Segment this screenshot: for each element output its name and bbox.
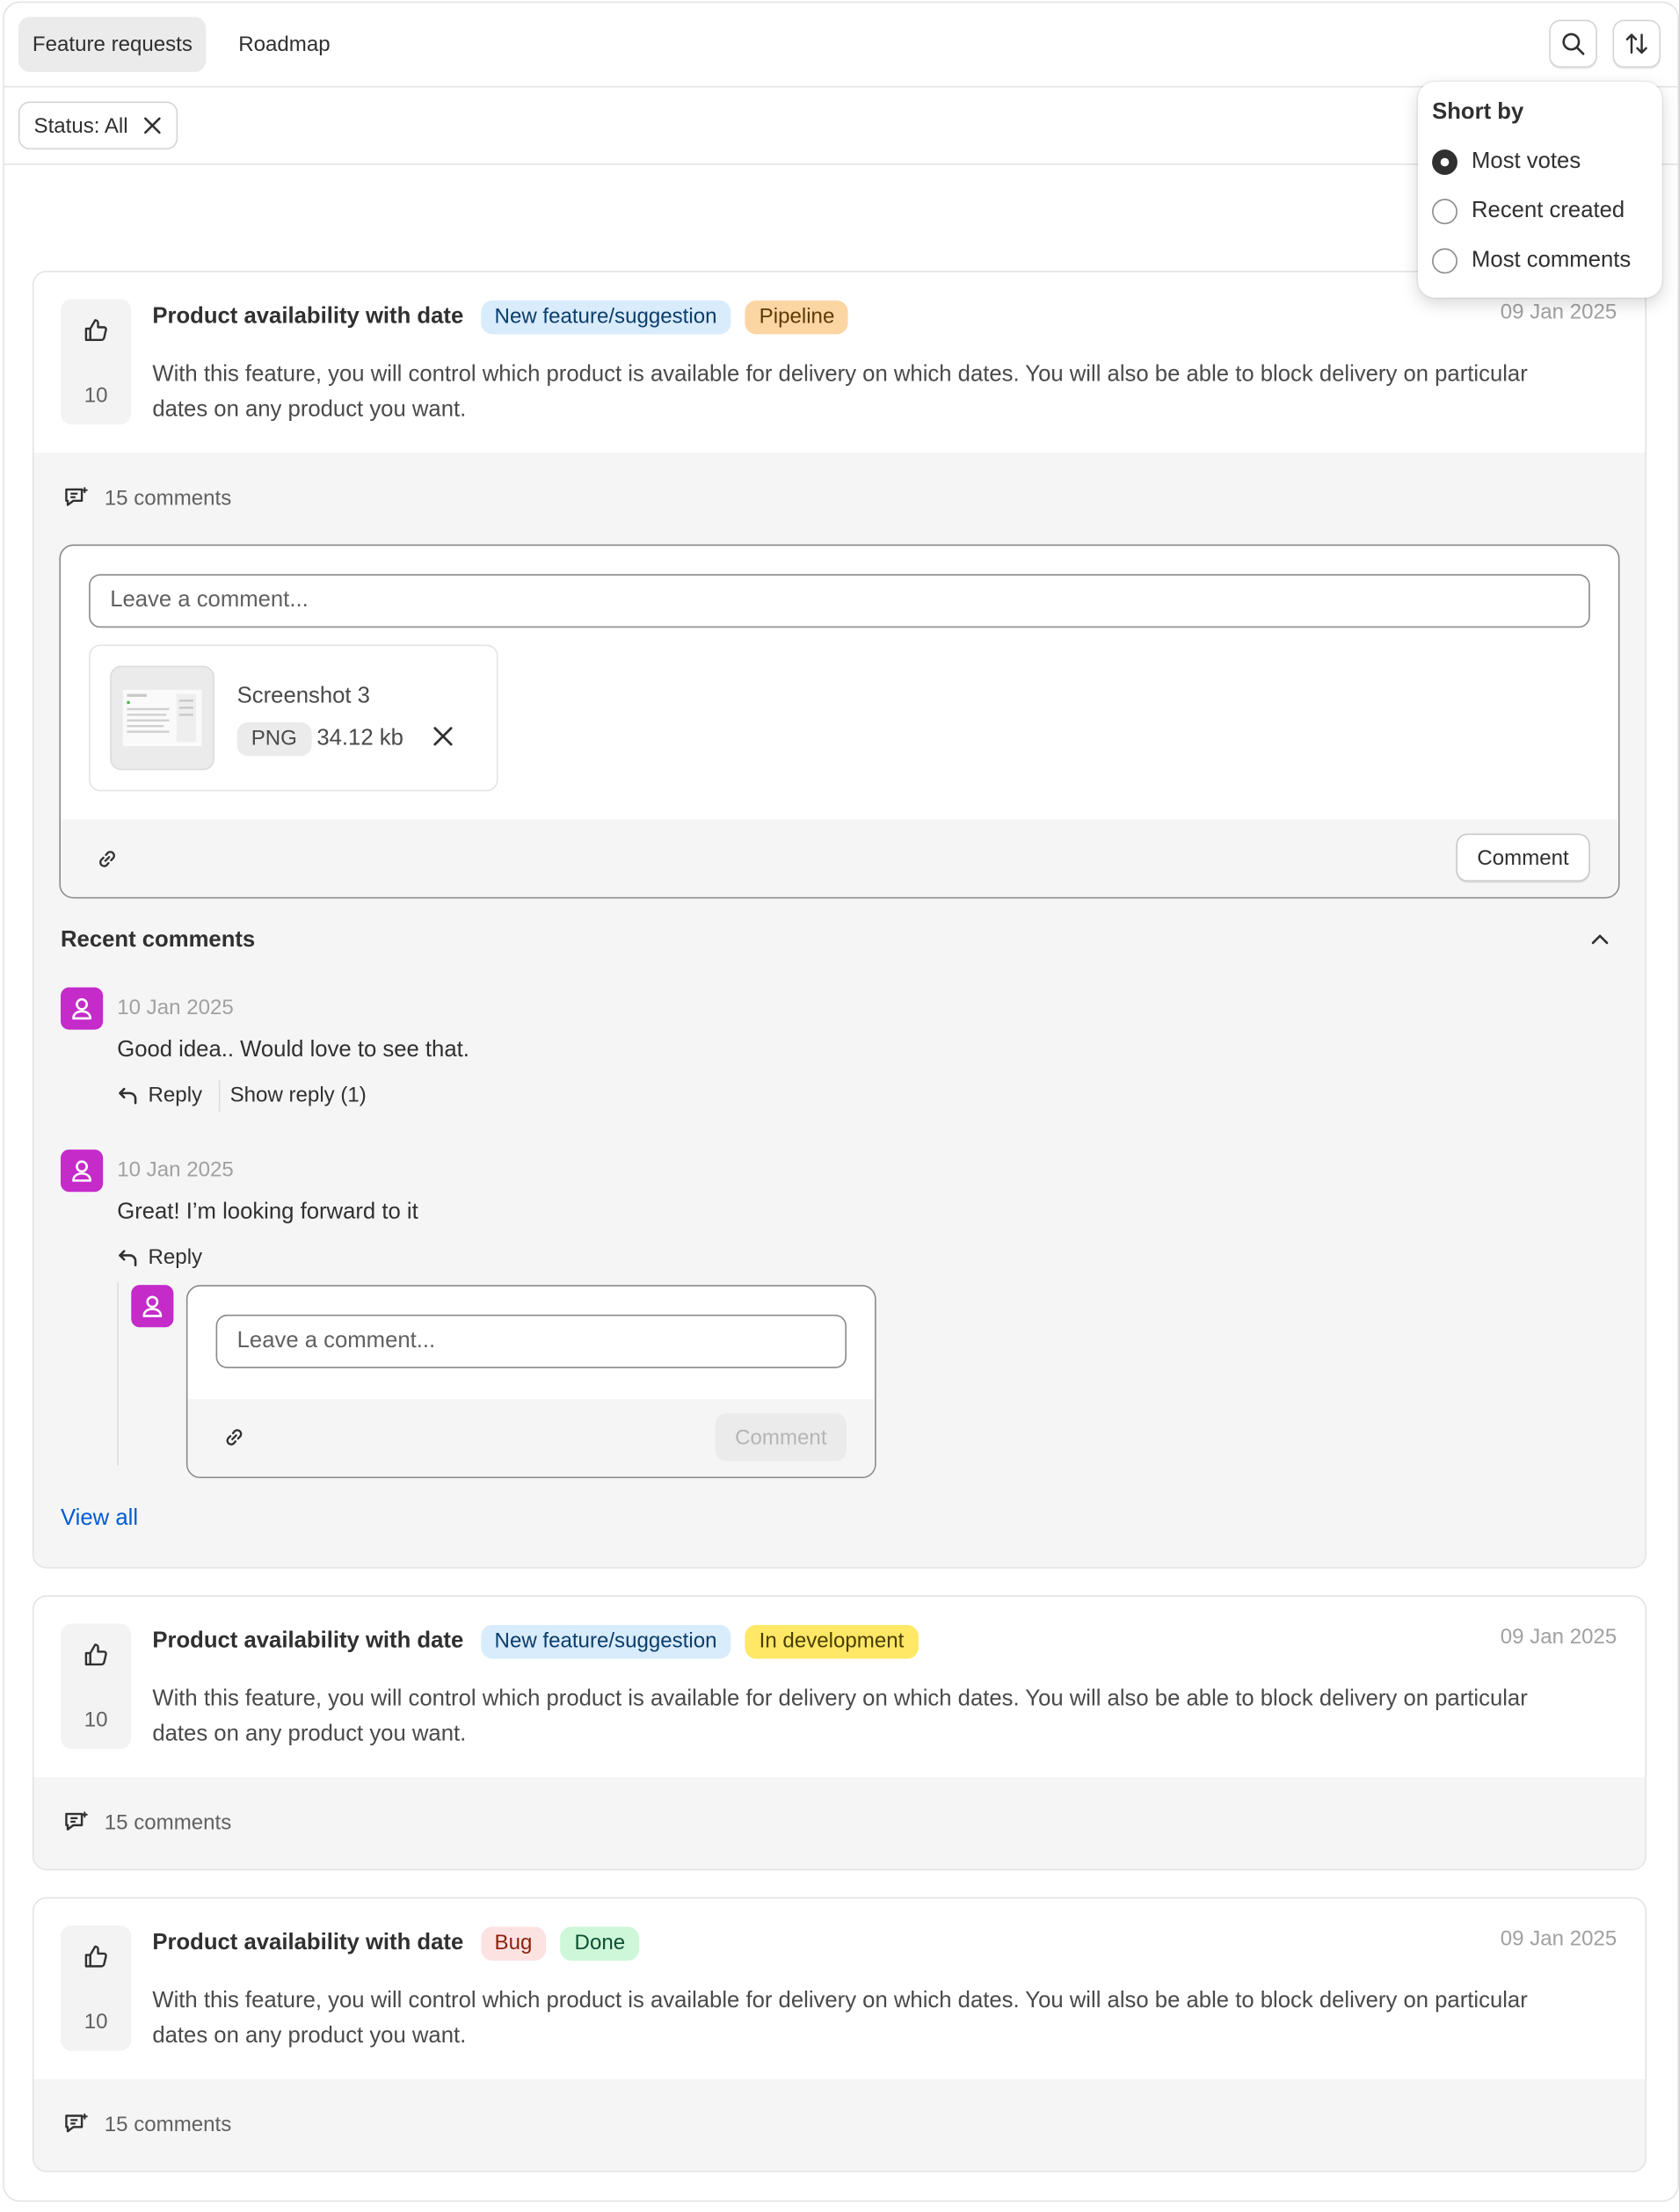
- comments-count-label: 15 comments: [104, 1810, 232, 1835]
- comments-section: 15 comments: [33, 2078, 1646, 2172]
- file-type-badge: PNG: [236, 722, 311, 757]
- comments-count-label: 15 comments: [104, 2112, 232, 2136]
- request-title[interactable]: Product availability with date: [152, 1629, 463, 1655]
- view-all-link[interactable]: View all: [61, 1506, 138, 1532]
- upvote-button[interactable]: 10: [61, 299, 132, 425]
- vote-count: 10: [84, 1708, 108, 1732]
- reply-label: Reply: [148, 1083, 203, 1107]
- app-window: Feature requests Roadmap Status: All 10 …: [3, 1, 1679, 2202]
- reply-submit-button[interactable]: Comment: [715, 1413, 847, 1461]
- vote-count: 10: [84, 383, 108, 408]
- avatar: [61, 1150, 104, 1193]
- comment-composer: Leave a comment... Screenshot 3 PNG 34.1…: [59, 544, 1620, 899]
- radio-selected[interactable]: [1432, 149, 1457, 176]
- avatar: [61, 987, 104, 1030]
- sort-option-label: Most votes: [1472, 149, 1581, 174]
- upvote-button[interactable]: 10: [61, 1925, 132, 2051]
- category-badge: New feature/suggestion: [480, 300, 731, 335]
- chat-bubble-icon: [65, 1811, 88, 1831]
- search-button[interactable]: [1549, 19, 1597, 69]
- remove-attachment-icon[interactable]: [432, 725, 454, 748]
- user-icon: [72, 1160, 92, 1182]
- reply-label: Reply: [148, 1245, 203, 1270]
- sort-option-most-votes[interactable]: Most votes: [1432, 149, 1581, 176]
- category-badge: Bug: [480, 1926, 547, 1961]
- comment-input[interactable]: Leave a comment...: [89, 574, 1590, 628]
- divider: [218, 1080, 221, 1112]
- comment-text: Great! I’m looking forward to it: [117, 1200, 418, 1225]
- chevron-up-icon[interactable]: [1588, 928, 1611, 951]
- sort-menu: Short by Most votes Recent created Most …: [1418, 82, 1662, 298]
- show-reply-button[interactable]: Show reply (1): [230, 1084, 367, 1107]
- comment-text: Good idea.. Would love to see that.: [117, 1038, 469, 1062]
- request-description: With this feature, you will control whic…: [152, 1989, 1528, 2049]
- attachment-name: Screenshot 3: [236, 684, 370, 708]
- comments-count[interactable]: 15 comments: [62, 1809, 232, 1837]
- tab-roadmap[interactable]: Roadmap: [224, 17, 345, 72]
- thumbs-up-icon: [84, 1643, 107, 1666]
- status-badge: Done: [560, 1926, 640, 1961]
- close-icon[interactable]: [142, 116, 162, 135]
- status-badge: Pipeline: [745, 300, 849, 335]
- reply-input[interactable]: Leave a comment...: [215, 1314, 847, 1368]
- sort-arrows-icon: [1625, 33, 1647, 54]
- reply-arrow-icon: [119, 1086, 137, 1104]
- request-title[interactable]: Product availability with date: [152, 1931, 463, 1956]
- reply-button[interactable]: Reply: [117, 1245, 203, 1270]
- reply-button[interactable]: Reply: [117, 1084, 202, 1107]
- radio-unselected[interactable]: [1432, 248, 1457, 274]
- sort-option-label: Recent created: [1472, 199, 1625, 223]
- attach-link-icon[interactable]: [222, 1425, 247, 1450]
- request-description: With this feature, you will control whic…: [152, 362, 1528, 422]
- user-icon: [142, 1295, 163, 1317]
- comments-count[interactable]: 15 comments: [62, 2110, 232, 2138]
- request-date: 09 Jan 2025: [1500, 1624, 1617, 1650]
- feature-request-card: 10 Product availability with date New fe…: [32, 1595, 1647, 1871]
- attachment-thumbnail: [110, 665, 214, 771]
- comments-section: 15 comments Leave a comment... Screensho…: [33, 453, 1646, 1568]
- search-icon: [1562, 33, 1585, 55]
- sort-option-most-comments[interactable]: Most comments: [1432, 248, 1632, 274]
- category-badge: New feature/suggestion: [480, 1624, 731, 1659]
- request-date: 09 Jan 2025: [1500, 300, 1617, 325]
- reply-arrow-icon: [119, 1249, 137, 1266]
- tab-feature-requests[interactable]: Feature requests: [18, 17, 207, 72]
- attachment-card: Screenshot 3 PNG 34.12 kb: [89, 644, 498, 792]
- vote-count: 10: [84, 2010, 108, 2034]
- upvote-button[interactable]: 10: [61, 1623, 132, 1750]
- reply-composer: Leave a comment... Comment: [185, 1285, 876, 1479]
- feature-request-card: 10 Product availability with date New fe…: [32, 271, 1647, 1569]
- request-date: 09 Jan 2025: [1500, 1926, 1617, 1951]
- status-filter-label: Status: All: [33, 113, 128, 138]
- request-description: With this feature, you will control whic…: [152, 1686, 1528, 1746]
- sort-button[interactable]: [1612, 19, 1661, 69]
- comment-submit-button[interactable]: Comment: [1456, 833, 1590, 882]
- radio-unselected[interactable]: [1432, 199, 1457, 225]
- chat-bubble-icon: [65, 2113, 88, 2133]
- comments-section: 15 comments: [33, 1777, 1646, 1869]
- recent-comments-title: Recent comments: [61, 928, 256, 953]
- thumbs-up-icon: [84, 1945, 107, 1968]
- comments-count[interactable]: 15 comments: [62, 484, 232, 512]
- avatar: [131, 1285, 174, 1328]
- comment-date: 10 Jan 2025: [117, 1157, 234, 1182]
- chat-bubble-icon: [65, 487, 88, 506]
- top-bar: Feature requests Roadmap: [4, 3, 1678, 88]
- sort-menu-title: Short by: [1432, 99, 1524, 125]
- file-size: 34.12 kb: [316, 726, 403, 751]
- comment-date: 10 Jan 2025: [117, 996, 234, 1020]
- feature-request-card: 10 Product availability with date Bug Do…: [32, 1897, 1647, 2172]
- sort-option-label: Most comments: [1472, 248, 1632, 272]
- thread-line: [117, 1281, 119, 1466]
- comments-count-label: 15 comments: [104, 485, 232, 511]
- composer-toolbar: Comment: [187, 1399, 876, 1477]
- attach-link-icon[interactable]: [95, 846, 120, 872]
- user-icon: [72, 997, 92, 1020]
- status-badge: In development: [745, 1624, 919, 1659]
- composer-toolbar: Comment: [61, 819, 1618, 897]
- sort-option-recent-created[interactable]: Recent created: [1432, 199, 1625, 225]
- status-filter-chip[interactable]: Status: All: [18, 101, 178, 150]
- thumbs-up-icon: [84, 319, 107, 342]
- request-title[interactable]: Product availability with date: [152, 305, 463, 330]
